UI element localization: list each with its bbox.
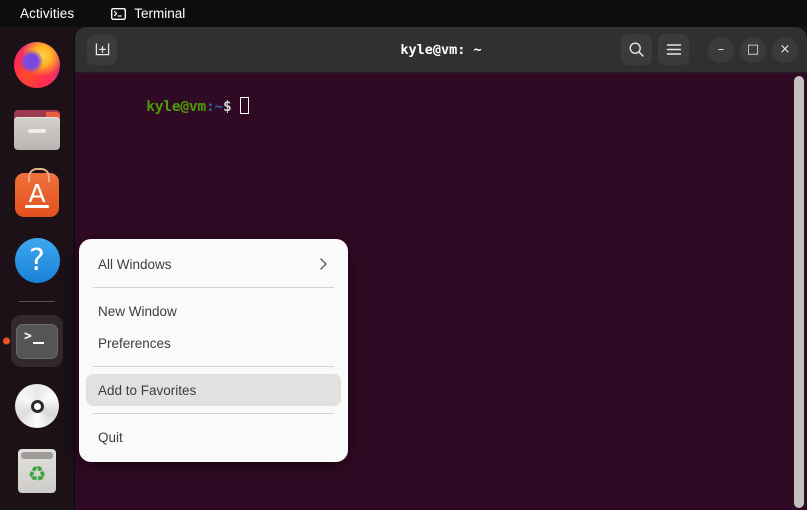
desktop-screen: Activities Terminal A ? > ♻ kyle@vm: ~ –… — [0, 0, 807, 510]
app-context-menu: All Windows New Window Preferences Add t… — [79, 239, 348, 462]
menu-separator — [93, 287, 334, 288]
ubuntu-software-icon: A — [15, 168, 59, 217]
menu-separator — [93, 366, 334, 367]
app-menu-button[interactable]: Terminal — [104, 4, 191, 23]
activities-button[interactable]: Activities — [14, 4, 80, 23]
menu-item-all-windows[interactable]: All Windows — [86, 248, 341, 280]
menu-item-label: Add to Favorites — [98, 382, 197, 398]
dock: A ? > ♻ — [0, 27, 74, 510]
prompt-path: ~ — [214, 99, 224, 115]
trash-icon: ♻ — [18, 449, 56, 493]
prompt-dollar: $ — [223, 99, 232, 115]
terminal-app-icon: > — [16, 323, 58, 359]
prompt-user: kyle@vm — [146, 99, 206, 115]
menu-item-label: Quit — [98, 429, 123, 445]
dock-item-help[interactable]: ? — [11, 234, 63, 286]
close-button[interactable]: × — [772, 36, 798, 63]
menu-item-preferences[interactable]: Preferences — [86, 327, 341, 359]
search-icon[interactable] — [621, 34, 652, 65]
dock-item-terminal[interactable]: > — [3, 315, 63, 367]
files-icon — [14, 110, 60, 150]
menu-item-label: Preferences — [98, 335, 171, 351]
dock-item-ubuntu-software[interactable]: A — [11, 168, 63, 221]
terminal-prompt-line: kyle@vm:~$ — [78, 81, 250, 131]
dock-item-firefox[interactable] — [11, 39, 63, 91]
app-menu-label: Terminal — [134, 6, 186, 21]
maximize-button[interactable]: □ — [740, 36, 766, 63]
dock-item-disc[interactable] — [11, 380, 63, 432]
terminal-icon — [110, 7, 127, 21]
disc-icon — [15, 384, 59, 428]
menu-item-label: New Window — [98, 303, 177, 319]
dock-separator — [19, 301, 55, 302]
menu-item-new-window[interactable]: New Window — [86, 295, 341, 327]
top-bar: Activities Terminal — [0, 0, 807, 27]
minimize-button[interactable]: – — [708, 36, 734, 63]
dock-item-files[interactable] — [11, 104, 63, 156]
firefox-icon — [14, 42, 60, 88]
menu-item-add-to-favorites[interactable]: Add to Favorites — [86, 374, 341, 406]
menu-item-label: All Windows — [98, 256, 172, 272]
new-tab-icon[interactable] — [87, 34, 117, 65]
help-icon: ? — [14, 237, 60, 283]
menu-separator — [93, 413, 334, 414]
running-indicator-dot — [3, 337, 10, 345]
window-titlebar: kyle@vm: ~ – □ × — [75, 27, 807, 73]
terminal-cursor — [240, 97, 250, 114]
terminal-scrollbar[interactable] — [794, 76, 804, 508]
chevron-right-icon — [319, 258, 328, 271]
menu-item-quit[interactable]: Quit — [86, 421, 341, 453]
dock-item-trash[interactable]: ♻ — [11, 445, 63, 497]
titlebar-controls: – □ × — [621, 27, 798, 72]
prompt-colon: : — [205, 99, 215, 115]
hamburger-menu-icon[interactable] — [658, 34, 689, 65]
